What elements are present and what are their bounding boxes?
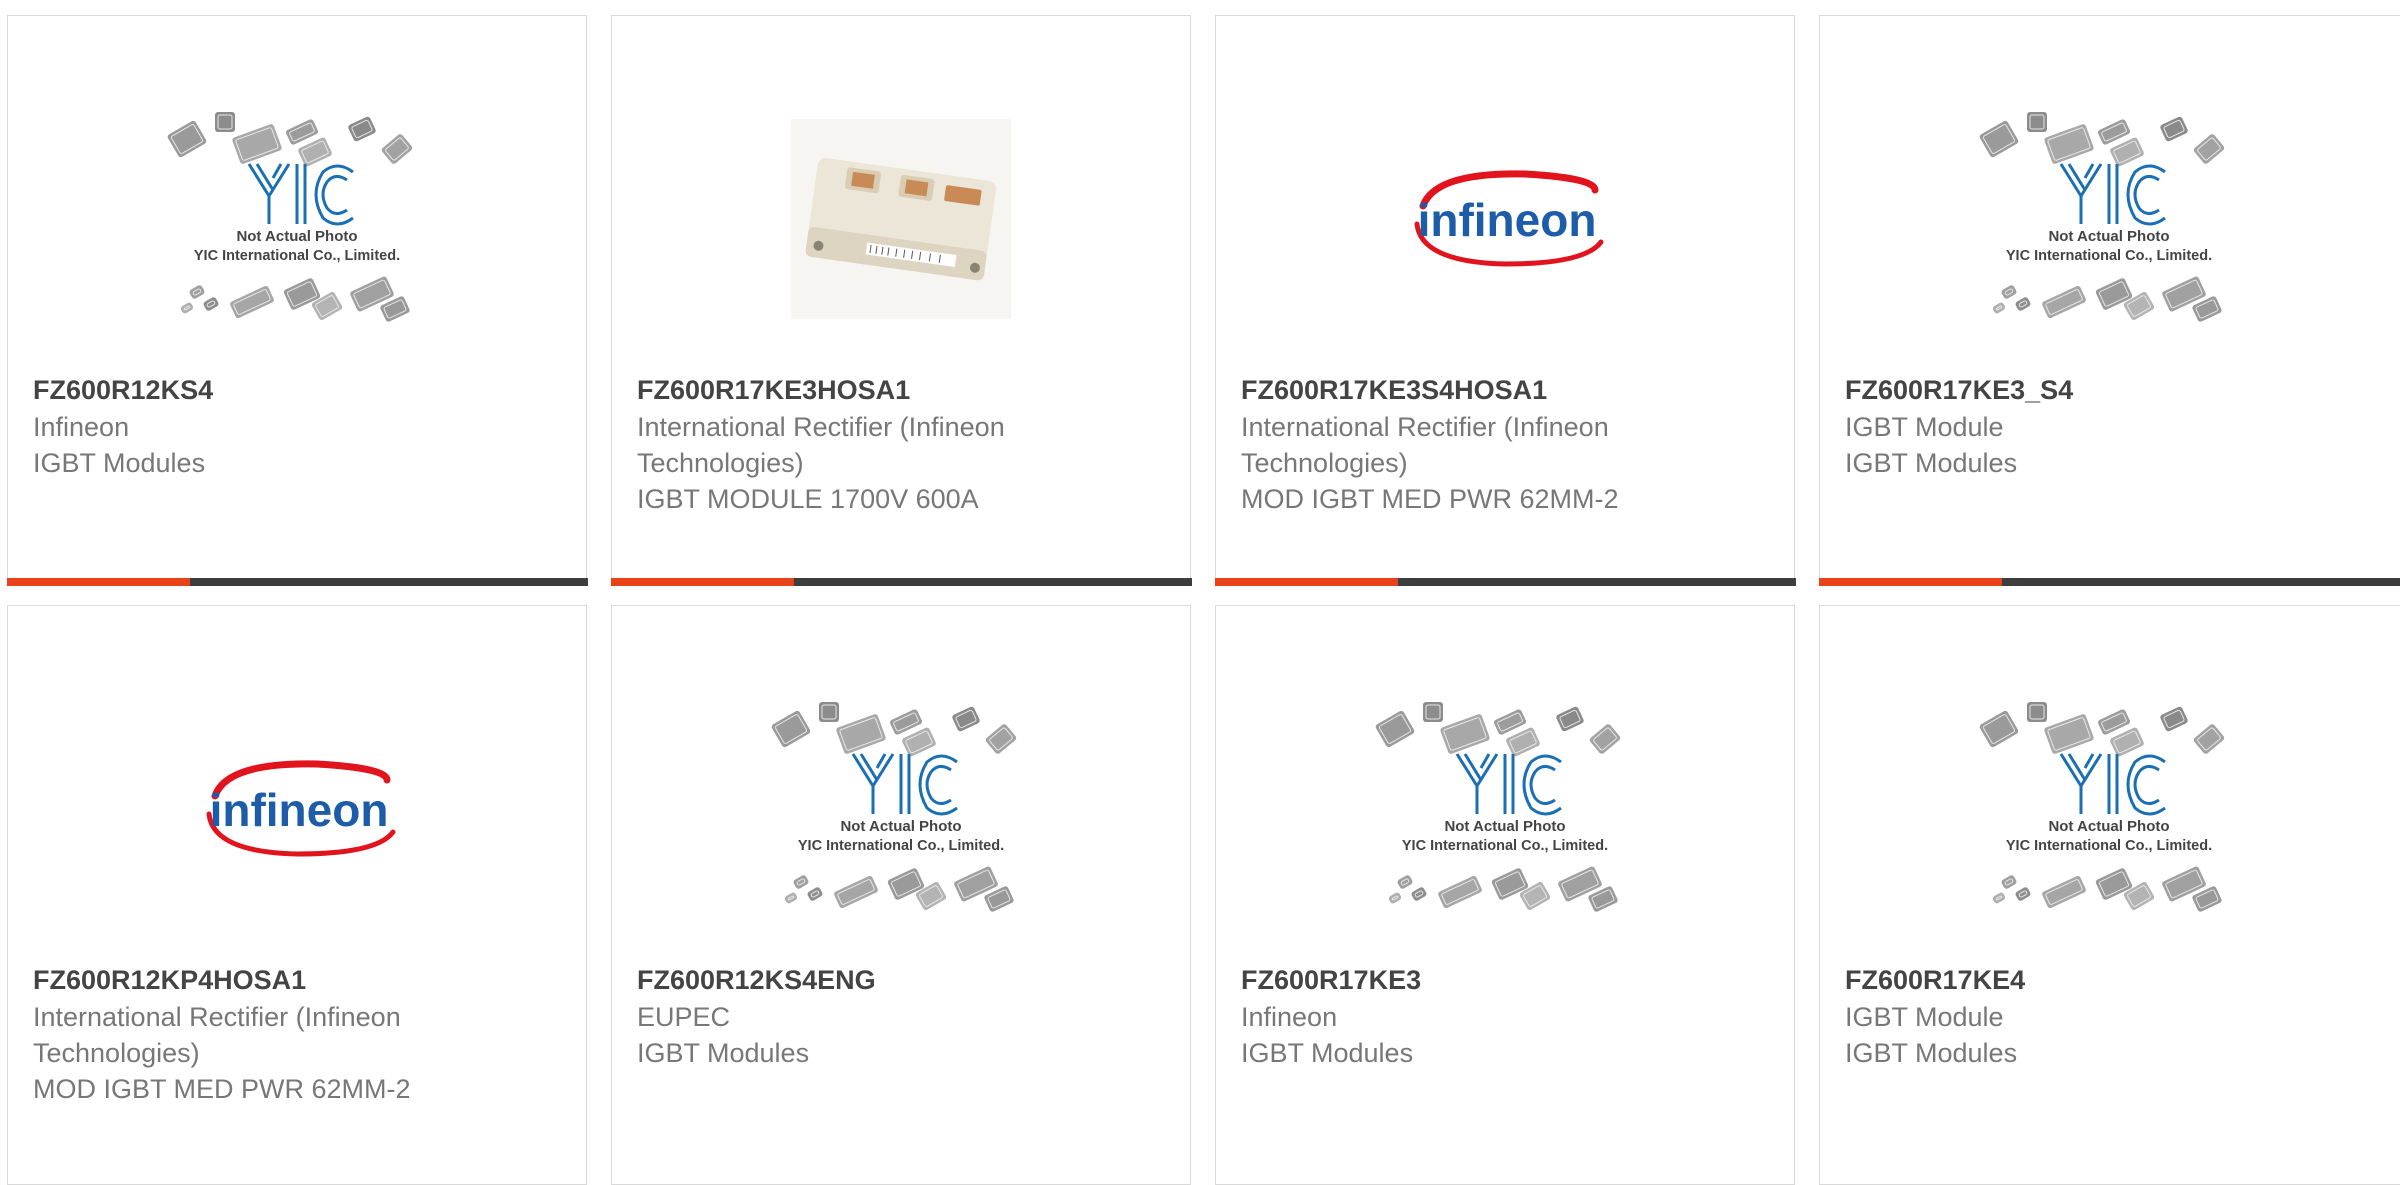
product-part-link[interactable]: FZ600R12KS4 bbox=[33, 371, 566, 409]
product-part-link[interactable]: FZ600R17KE3 bbox=[1241, 961, 1774, 999]
product-info: FZ600R12KS4ENG EUPEC IGBT Modules bbox=[637, 961, 1170, 1071]
product-image[interactable]: Not Actual Photo YIC International Co., … bbox=[1820, 76, 2398, 361]
product-manufacturer: Infineon bbox=[33, 409, 566, 445]
placeholder-caption-2: YIC International Co., Limited. bbox=[1402, 838, 1608, 854]
product-image[interactable]: infineon bbox=[8, 666, 586, 951]
product-image[interactable]: Not Actual Photo YIC International Co., … bbox=[612, 666, 1190, 951]
yic-placeholder-image: Not Actual Photo YIC International Co., … bbox=[1969, 94, 2249, 344]
product-part-link[interactable]: FZ600R17KE3S4HOSA1 bbox=[1241, 371, 1774, 409]
infineon-logo: infineon bbox=[187, 754, 407, 864]
yic-logo bbox=[2061, 164, 2165, 224]
yic-logo bbox=[853, 754, 957, 814]
yic-logo bbox=[2061, 754, 2165, 814]
product-manufacturer: IGBT Module bbox=[1845, 409, 2388, 445]
product-card[interactable]: infineon FZ600R12KP4HOSA1 International … bbox=[7, 605, 587, 1185]
yic-placeholder-image: Not Actual Photo YIC International Co., … bbox=[1365, 684, 1645, 934]
svg-text:infineon: infineon bbox=[1418, 194, 1597, 246]
product-description: IGBT Modules bbox=[1845, 1035, 2388, 1071]
yic-logo bbox=[249, 164, 353, 224]
product-manufacturer: International Rectifier (Infineon Techno… bbox=[1241, 409, 1774, 481]
placeholder-caption-1: Not Actual Photo bbox=[840, 818, 961, 835]
placeholder-caption-1: Not Actual Photo bbox=[2048, 818, 2169, 835]
product-part-link[interactable]: FZ600R17KE4 bbox=[1845, 961, 2388, 999]
product-card[interactable]: infineon FZ600R17KE3S4HOSA1 Internationa… bbox=[1215, 15, 1795, 585]
placeholder-caption-2: YIC International Co., Limited. bbox=[194, 248, 400, 264]
infineon-logo: infineon bbox=[1395, 164, 1615, 274]
card-accent-bar bbox=[1215, 578, 1796, 586]
product-info: FZ600R17KE3S4HOSA1 International Rectifi… bbox=[1241, 371, 1774, 517]
placeholder-caption-2: YIC International Co., Limited. bbox=[2006, 248, 2212, 264]
product-part-link[interactable]: FZ600R17KE3HOSA1 bbox=[637, 371, 1170, 409]
placeholder-caption-1: Not Actual Photo bbox=[2048, 228, 2169, 245]
product-manufacturer: IGBT Module bbox=[1845, 999, 2388, 1035]
placeholder-caption-2: YIC International Co., Limited. bbox=[2006, 838, 2212, 854]
yic-logo bbox=[1457, 754, 1561, 814]
placeholder-caption-1: Not Actual Photo bbox=[236, 228, 357, 245]
card-accent-bar bbox=[7, 578, 588, 586]
placeholder-caption-2: YIC International Co., Limited. bbox=[798, 838, 1004, 854]
product-info: FZ600R17KE3 Infineon IGBT Modules bbox=[1241, 961, 1774, 1071]
product-description: IGBT Modules bbox=[1845, 445, 2388, 481]
product-part-link[interactable]: FZ600R17KE3_S4 bbox=[1845, 371, 2388, 409]
card-accent-bar bbox=[611, 578, 1192, 586]
product-grid: Not Actual Photo YIC International Co., … bbox=[0, 0, 2400, 1167]
product-card[interactable]: Not Actual Photo YIC International Co., … bbox=[1215, 605, 1795, 1185]
product-description: IGBT Modules bbox=[637, 1035, 1170, 1071]
product-image[interactable] bbox=[612, 76, 1190, 361]
yic-placeholder-image: Not Actual Photo YIC International Co., … bbox=[761, 684, 1041, 934]
product-manufacturer: EUPEC bbox=[637, 999, 1170, 1035]
product-description: IGBT Modules bbox=[1241, 1035, 1774, 1071]
product-part-link[interactable]: FZ600R12KS4ENG bbox=[637, 961, 1170, 999]
product-manufacturer: International Rectifier (Infineon Techno… bbox=[33, 999, 566, 1071]
product-manufacturer: Infineon bbox=[1241, 999, 1774, 1035]
product-part-link[interactable]: FZ600R12KP4HOSA1 bbox=[33, 961, 566, 999]
product-card[interactable]: FZ600R17KE3HOSA1 International Rectifier… bbox=[611, 15, 1191, 585]
svg-text:infineon: infineon bbox=[210, 784, 389, 836]
product-info: FZ600R17KE3HOSA1 International Rectifier… bbox=[637, 371, 1170, 517]
product-info: FZ600R12KS4 Infineon IGBT Modules bbox=[33, 371, 566, 481]
product-card[interactable]: Not Actual Photo YIC International Co., … bbox=[1819, 15, 2400, 585]
product-info: FZ600R12KP4HOSA1 International Rectifier… bbox=[33, 961, 566, 1107]
placeholder-caption-1: Not Actual Photo bbox=[1444, 818, 1565, 835]
product-manufacturer: International Rectifier (Infineon Techno… bbox=[637, 409, 1170, 481]
product-info: FZ600R17KE3_S4 IGBT Module IGBT Modules bbox=[1845, 371, 2388, 481]
product-image[interactable]: infineon bbox=[1216, 76, 1794, 361]
product-info: FZ600R17KE4 IGBT Module IGBT Modules bbox=[1845, 961, 2388, 1071]
yic-placeholder-image: Not Actual Photo YIC International Co., … bbox=[157, 94, 437, 344]
product-description: MOD IGBT MED PWR 62MM-2 bbox=[1241, 481, 1774, 517]
product-description: IGBT MODULE 1700V 600A bbox=[637, 481, 1170, 517]
product-image[interactable]: Not Actual Photo YIC International Co., … bbox=[1820, 666, 2398, 951]
product-image[interactable]: Not Actual Photo YIC International Co., … bbox=[1216, 666, 1794, 951]
product-image[interactable]: Not Actual Photo YIC International Co., … bbox=[8, 76, 586, 361]
product-card[interactable]: Not Actual Photo YIC International Co., … bbox=[611, 605, 1191, 1185]
yic-placeholder-image: Not Actual Photo YIC International Co., … bbox=[1969, 684, 2249, 934]
igbt-module-photo bbox=[791, 119, 1011, 319]
product-card[interactable]: Not Actual Photo YIC International Co., … bbox=[7, 15, 587, 585]
product-description: IGBT Modules bbox=[33, 445, 566, 481]
card-accent-bar bbox=[1819, 578, 2400, 586]
product-description: MOD IGBT MED PWR 62MM-2 bbox=[33, 1071, 566, 1107]
product-card[interactable]: Not Actual Photo YIC International Co., … bbox=[1819, 605, 2400, 1185]
